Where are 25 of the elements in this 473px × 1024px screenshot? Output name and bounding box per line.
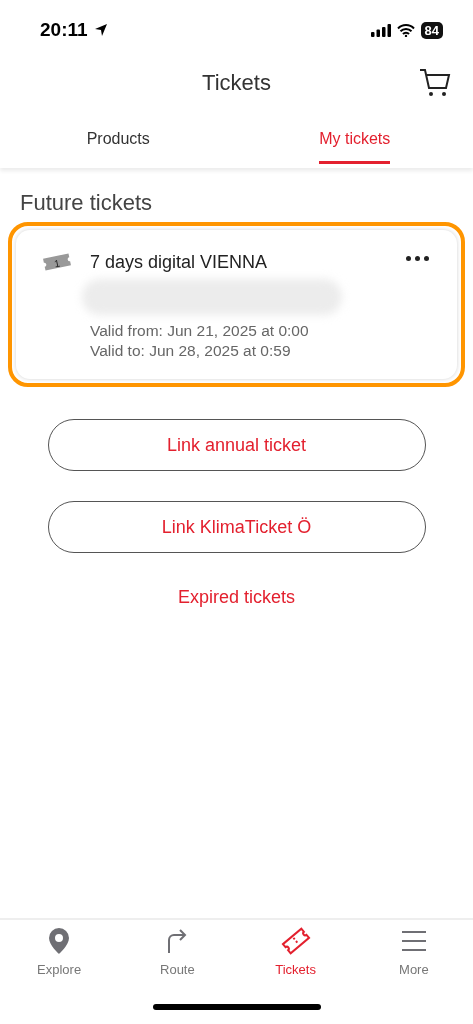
link-ticket-button[interactable]: Link KlimaTicket Ö [47,501,426,553]
signal-icon [370,23,391,37]
link-ticket-button[interactable]: Link annual ticket [47,419,426,471]
ticket-icon [280,926,311,956]
status-time: 20:11 [40,19,88,41]
nav-tab[interactable]: More [354,926,473,990]
nav-tab[interactable]: Route [118,926,237,990]
section-title: Future tickets [19,189,154,217]
turn-right-arrow-icon [166,928,189,954]
nav-tab[interactable]: Explore [0,926,119,990]
menu-icon [400,929,427,953]
expired-tickets-link[interactable]: Expired tickets [177,587,295,608]
valid-from: Valid from: Jun 21, 2025 at 0:00 [90,321,310,341]
battery-level: 84 [420,21,443,39]
ticket-card[interactable]: 1 7 days digital VIENNA Valid from: Jun 21, 2025 at 0:00 Valid to: Jun 28, 2025 at 0:59 [16,230,457,379]
map-pin-icon [49,928,70,954]
cart-icon[interactable] [419,68,451,98]
tab[interactable]: Products [0,112,237,168]
page-title: Tickets [202,70,271,96]
location-arrow-icon [93,23,108,37]
tab[interactable]: My tickets [236,112,473,168]
wifi-icon [396,23,415,37]
ticket-name: 7 days digital VIENNA [90,252,269,273]
nav-tab[interactable]: Tickets [236,926,355,990]
valid-to: Valid to: Jun 28, 2025 at 0:59 [90,341,292,361]
